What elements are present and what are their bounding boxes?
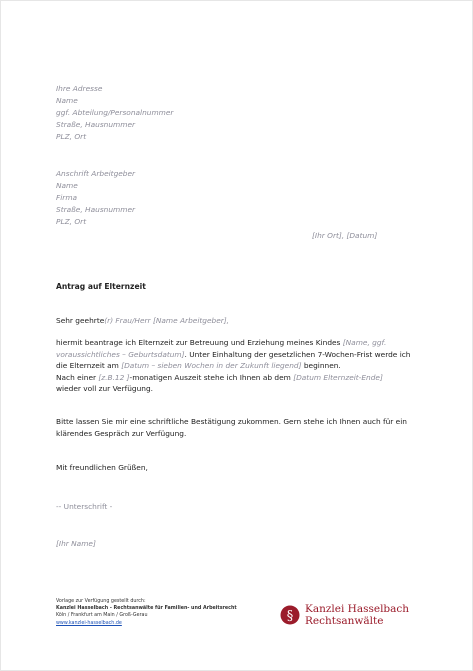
para1-placeholder-months: [z.B.12 ]: [98, 372, 130, 382]
para1-text-4: Nach einer: [56, 372, 99, 382]
kanzlei-logo: § Kanzlei Hasselbach Rechtsanwälte: [280, 603, 409, 627]
para1-text-1: hiermit beantrage ich Elternzeit zur Bet…: [56, 338, 343, 347]
closing-formula: Mit freundlichen Grüßen,: [56, 463, 148, 472]
sender-name: Name: [56, 96, 78, 105]
footer-provided-by: Vorlage zur Verfügung gestellt durch:: [56, 599, 146, 604]
sender-department: ggf. Abteilung/Personalnummer: [56, 108, 174, 117]
para1-placeholder-start-date: [Datum – sieben Wochen in der Zukunft li…: [121, 361, 302, 370]
para1-text-5: -monatigen Auszeit stehe ich Ihnen ab de…: [129, 372, 294, 382]
paragraph-seal-icon: §: [280, 605, 300, 625]
para1-text-3: beginnen.: [301, 361, 341, 370]
logo-subtitle: Rechtsanwälte: [305, 615, 384, 627]
para1-text-6: wieder voll zur Verfügung.: [56, 384, 154, 393]
footer-block: Vorlage zur Verfügung gestellt durch: Ka…: [56, 598, 237, 627]
salutation-text: Sehr geehrte: [56, 316, 105, 325]
paragraph-request: hiermit beantrage ich Elternzeit zur Bet…: [56, 337, 418, 395]
salutation-placeholder: (r) Frau/Herr [Name Arbeitgeber],: [104, 316, 230, 325]
salutation: Sehr geehrte(r) Frau/Herr [Name Arbeitge…: [56, 315, 418, 327]
logo-firm-name: Kanzlei Hasselbach: [305, 603, 410, 615]
employer-address-block: Anschrift Arbeitgeber Name Firma Straße,…: [56, 168, 135, 228]
employer-city: PLZ, Ort: [56, 217, 87, 226]
sender-address-heading: Ihre Adresse: [56, 84, 103, 93]
letter-page: Ihre Adresse Name ggf. Abteilung/Persona…: [0, 0, 473, 671]
employer-street: Straße, Hausnummer: [56, 205, 136, 214]
footer-firm: Kanzlei Hasselbach - Rechtsanwälte für F…: [56, 606, 237, 612]
footer-website-link[interactable]: www.kanzlei-hasselbach.de: [56, 621, 122, 626]
letter-subject: Antrag auf Elternzeit: [56, 282, 146, 291]
employer-address-heading: Anschrift Arbeitgeber: [56, 169, 136, 178]
place-date: [Ihr Ort], [Datum]: [312, 231, 378, 240]
sender-street: Straße, Hausnummer: [56, 120, 136, 129]
employer-company: Firma: [56, 193, 78, 202]
signature-placeholder: -- Unterschrift -: [56, 502, 113, 511]
paragraph-confirmation: Bitte lassen Sie mir eine schriftliche B…: [56, 417, 407, 438]
svg-text:§: §: [287, 609, 294, 624]
para1-placeholder-end-date: [Datum Elternzeit-Ende]: [293, 372, 383, 382]
sender-address-block: Ihre Adresse Name ggf. Abteilung/Persona…: [56, 83, 173, 143]
sender-city: PLZ, Ort: [56, 132, 87, 141]
footer-cities: Köln / Frankfurt am Main / Groß-Gerau: [56, 613, 148, 619]
name-placeholder: [Ihr Name]: [56, 539, 96, 548]
employer-name: Name: [56, 181, 78, 190]
